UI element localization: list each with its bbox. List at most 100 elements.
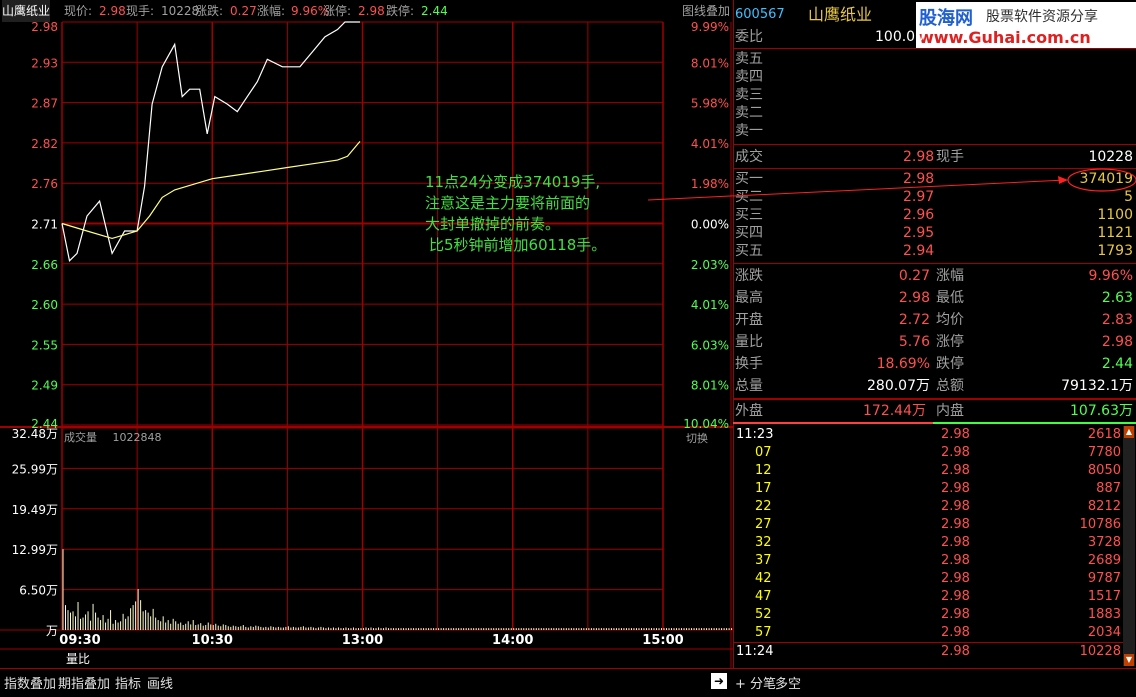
- buy-level-row[interactable]: 买三 2.96 1100: [733, 206, 1136, 224]
- pct-axis-label: 10.04%: [683, 417, 729, 431]
- buy-level-row[interactable]: 买四 2.95 1121: [733, 224, 1136, 242]
- tick-row[interactable]: 22 2.98 8212: [733, 498, 1123, 516]
- annotation-line-2: 注意这是主力要将前面的: [425, 194, 591, 212]
- price-axis-label: 2.87: [31, 97, 58, 111]
- indicator-label[interactable]: 量比: [66, 650, 90, 667]
- tick-row[interactable]: 47 2.98 1517: [733, 588, 1123, 606]
- tick-scrollbar[interactable]: ▲ ▼: [1123, 426, 1135, 666]
- stat-value: 2.83: [1101, 312, 1133, 328]
- tick-time: 11:24: [736, 644, 774, 659]
- tick-time: 07: [755, 445, 772, 460]
- pct-axis-label: 0.00%: [691, 218, 729, 232]
- tick-volume: 7780: [1087, 445, 1121, 460]
- price-axis-label: 2.76: [31, 177, 58, 191]
- tick-time: 27: [755, 517, 772, 532]
- buy-level-label: 买三: [735, 207, 763, 223]
- tick-row[interactable]: 12 2.98 8050: [733, 462, 1123, 480]
- scroll-down-icon[interactable]: ▼: [1124, 654, 1134, 666]
- pct-axis-label: 1.98%: [691, 177, 729, 191]
- tick-row[interactable]: 57 2.98 2034: [733, 624, 1123, 642]
- time-axis-label: 13:00: [342, 633, 383, 648]
- sell-levels: 卖五 卖四 卖三 卖二 卖一: [735, 50, 815, 140]
- stat-label: 最低: [936, 290, 964, 306]
- tick-time: 52: [755, 607, 772, 622]
- buy-level-row[interactable]: 买二 2.97 5: [733, 188, 1136, 206]
- pct-axis-label: 6.03%: [691, 338, 729, 352]
- price-axis-label: 2.60: [31, 298, 58, 312]
- watermark-slogan: 股票软件资源分享: [986, 9, 1098, 25]
- tick-price: 2.98: [941, 589, 970, 604]
- outer-label: 外盘: [735, 403, 763, 419]
- status-bar: 指数叠加 期指叠加 指标 画线 ➜ + 分笔 多空: [0, 668, 1136, 697]
- status-item-longshort[interactable]: 多空: [775, 673, 801, 692]
- tick-list: 11:23 2.98 2618 07 2.98 7780 12 2.98 8050 17 2.98 8…: [733, 426, 1136, 661]
- arrow-right-icon[interactable]: ➜: [711, 673, 727, 689]
- tick-row[interactable]: 27 2.98 10786: [733, 516, 1123, 534]
- status-item-ticks[interactable]: + 分笔: [735, 673, 776, 692]
- buy-level-row[interactable]: 买五 2.94 1793: [733, 242, 1136, 260]
- stat-row: 涨跌 0.27 涨幅 9.96%: [733, 265, 1136, 287]
- tick-row[interactable]: 42 2.98 9787: [733, 570, 1123, 588]
- stat-value: 9.96%: [1088, 268, 1133, 284]
- price-axis-label: 2.66: [31, 258, 58, 272]
- status-item-index-overlay[interactable]: 指数叠加: [4, 673, 56, 692]
- tick-volume: 10228: [1079, 644, 1121, 659]
- stat-value: 0.27: [898, 268, 930, 284]
- scroll-up-icon[interactable]: ▲: [1124, 426, 1134, 438]
- tick-time: 11:23: [736, 427, 774, 442]
- tick-row[interactable]: 11:23 2.98 2618: [733, 426, 1123, 444]
- status-item-futures-overlay[interactable]: 期指叠加: [58, 673, 110, 692]
- tick-row[interactable]: 32 2.98 3728: [733, 534, 1123, 552]
- stock-code: 600567: [735, 7, 785, 22]
- buy-level-volume: 1100: [1097, 207, 1133, 223]
- volume-axis-label: 6.50万: [19, 584, 58, 598]
- tick-price: 2.98: [941, 499, 970, 514]
- tick-row[interactable]: 11:24 2.98 10228: [733, 642, 1123, 661]
- buy-levels: 买一 2.98 374019 买二 2.97 5 买三 2.96 1100 买四 2.95 1121 买…: [733, 170, 1136, 260]
- tick-time: 47: [755, 589, 772, 604]
- quote-stats: 涨跌 0.27 涨幅 9.96% 最高 2.98 最低 2.63 开盘 2.72 均价 2.83 量比 5…: [733, 265, 1136, 397]
- pct-axis-label: 5.98%: [691, 97, 729, 111]
- stat-label: 均价: [936, 312, 964, 328]
- price-axis-label: 2.93: [31, 56, 58, 70]
- tick-row[interactable]: 07 2.98 7780: [733, 444, 1123, 462]
- pct-axis-label: 9.99%: [691, 20, 729, 34]
- chart-canvas: 2.98 2.93 2.87 2.82 2.76 2.71 2.66 2.60 2.55 2.49…: [0, 20, 733, 668]
- tick-time: 57: [755, 625, 772, 640]
- status-item-draw[interactable]: 画线: [147, 673, 173, 692]
- buy-level-label: 买一: [735, 171, 763, 187]
- sell-level-label: 卖四: [735, 69, 763, 85]
- tick-price: 2.98: [941, 463, 970, 478]
- tick-row[interactable]: 17 2.98 887: [733, 480, 1123, 498]
- stat-row: 换手 18.69% 跌停 2.44: [733, 353, 1136, 375]
- tick-row[interactable]: 37 2.98 2689: [733, 552, 1123, 570]
- intraday-chart-area[interactable]: 山鹰纸业 现价: 2.98 现手: 10228 涨跌: 0.27 涨幅: 9.9…: [0, 0, 733, 696]
- stat-label: 涨跌: [735, 268, 763, 284]
- tick-row[interactable]: 52 2.98 1883: [733, 606, 1123, 624]
- stat-value: 280.07万: [867, 378, 930, 394]
- volume-axis-label: 32.48万: [12, 427, 58, 441]
- tick-price: 2.98: [941, 607, 970, 622]
- time-axis-label: 14:00: [492, 633, 533, 648]
- buy-level-volume: 374019: [1079, 171, 1133, 187]
- tick-price: 2.98: [941, 535, 970, 550]
- volume-axis-label: 25.99万: [12, 462, 58, 476]
- volume-label: 成交量: [64, 431, 97, 444]
- buy-level-volume: 5: [1124, 189, 1133, 205]
- switch-button[interactable]: 切换: [686, 430, 708, 446]
- tick-time: 17: [755, 481, 772, 496]
- price-axis-label: 2.82: [31, 137, 58, 151]
- buy-level-row[interactable]: 买一 2.98 374019: [733, 170, 1136, 188]
- tick-volume: 10786: [1079, 517, 1121, 532]
- stat-label: 换手: [735, 356, 763, 372]
- stat-label: 跌停: [936, 356, 964, 372]
- status-item-indicator[interactable]: 指标: [115, 673, 141, 692]
- buy-level-label: 买四: [735, 225, 763, 241]
- price-axis-label: 2.55: [31, 338, 58, 352]
- tick-price: 2.98: [941, 445, 970, 460]
- stat-label: 最高: [735, 290, 763, 306]
- deal-row: 成交 2.98 现手 10228: [733, 146, 1136, 168]
- stat-label: 涨停: [936, 334, 964, 350]
- tick-price: 2.98: [941, 553, 970, 568]
- outer-value: 172.44万: [863, 403, 926, 419]
